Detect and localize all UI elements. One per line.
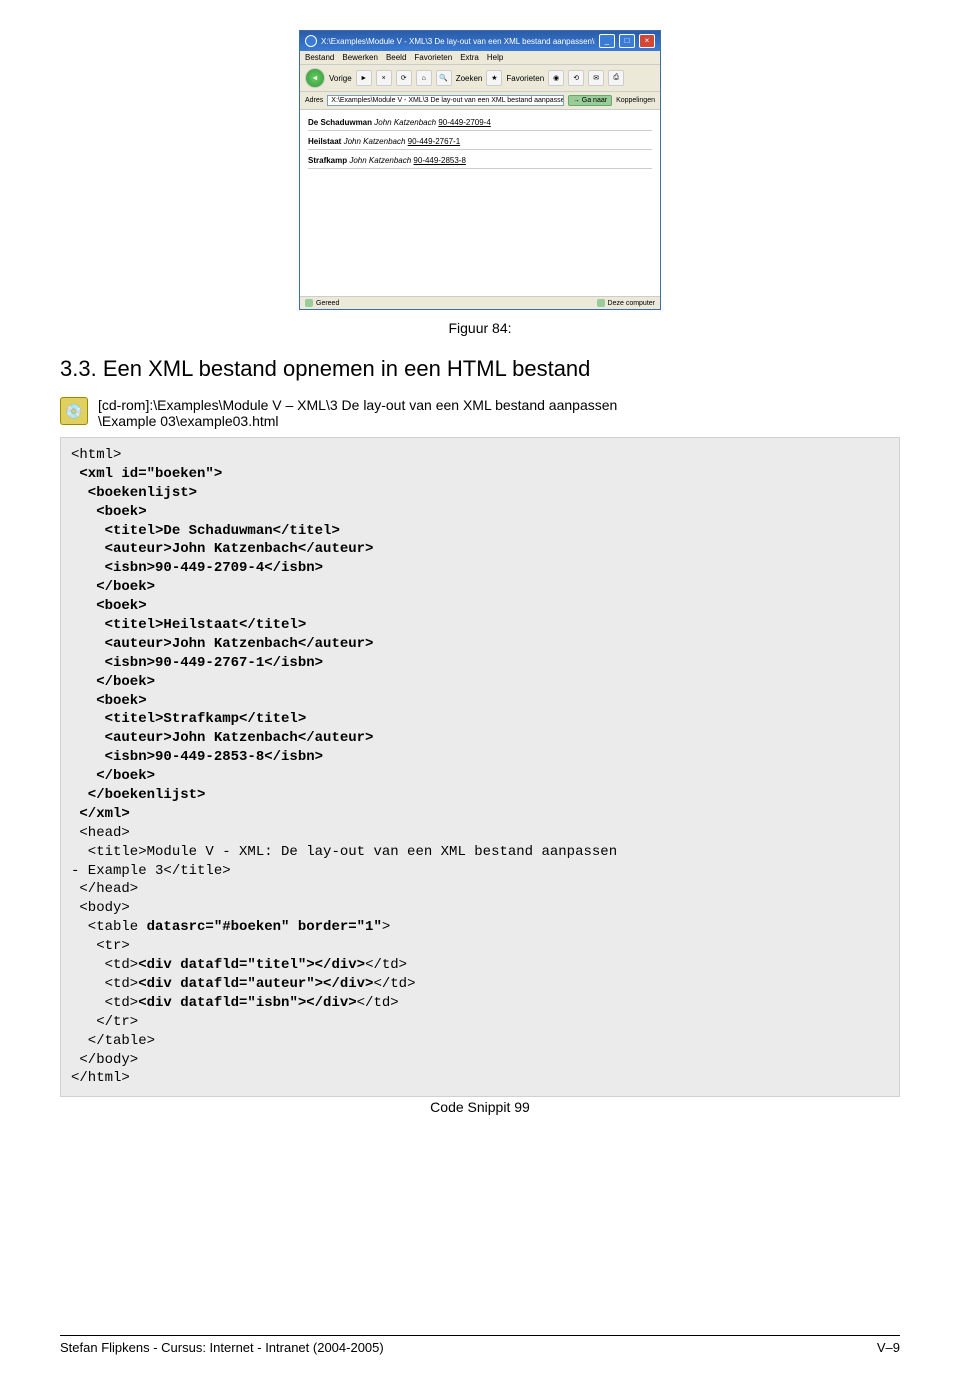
maximize-icon[interactable]: □ [619,34,635,48]
mail-icon[interactable]: ✉ [588,70,604,86]
search-icon[interactable]: 🔍 [436,70,452,86]
favorites-icon[interactable]: ★ [486,70,502,86]
menu-extra[interactable]: Extra [460,53,479,62]
row-isbn: 90-449-2709-4 [438,118,490,127]
history-icon[interactable]: ⟲ [568,70,584,86]
menu-beeld[interactable]: Beeld [386,53,406,62]
row-auteur: John Katzenbach [344,137,406,146]
row-isbn: 90-449-2767-1 [408,137,460,146]
browser-toolbar: ◄ Vorige ► × ⟳ ⌂ 🔍 Zoeken ★ Favorieten ◉… [300,65,660,92]
stop-icon[interactable]: × [376,70,392,86]
path-line2: \Example 03\example03.html [98,413,617,429]
row-titel: Strafkamp [308,156,347,165]
row-titel: De Schaduwman [308,118,372,127]
go-button[interactable]: → Ga naar [568,95,612,106]
menu-favorieten[interactable]: Favorieten [414,53,452,62]
menu-help[interactable]: Help [487,53,503,62]
minimize-icon[interactable]: _ [599,34,615,48]
content-row: De Schaduwman John Katzenbach 90-449-270… [308,118,652,131]
status-left-text: Gereed [316,300,339,307]
footer-right: V–9 [877,1340,900,1355]
row-auteur: John Katzenbach [349,156,411,165]
back-icon[interactable]: ◄ [305,68,325,88]
address-input[interactable]: X:\Examples\Module V - XML\3 De lay-out … [327,95,564,106]
close-icon[interactable]: × [639,34,655,48]
section-title: Een XML bestand opnemen in een HTML best… [103,356,591,381]
row-isbn: 90-449-2853-8 [413,156,465,165]
address-label: Adres [305,97,323,104]
window-title: X:\Examples\Module V - XML\3 De lay-out … [321,37,595,46]
back-label[interactable]: Vorige [329,74,352,83]
section-heading: 3.3. Een XML bestand opnemen in een HTML… [60,356,900,382]
footer-left: Stefan Flipkens - Cursus: Internet - Int… [60,1340,384,1355]
figure-caption: Figuur 84: [60,320,900,336]
browser-screenshot: X:\Examples\Module V - XML\3 De lay-out … [299,30,661,310]
browser-statusbar: Gereed Deze computer [300,296,660,309]
zone-icon [597,299,605,307]
row-titel: Heilstaat [308,137,341,146]
row-auteur: John Katzenbach [374,118,436,127]
favorites-label[interactable]: Favorieten [506,74,544,83]
cdrom-icon: 💿 [60,397,88,425]
menu-bestand[interactable]: Bestand [305,53,334,62]
ie-icon [305,35,317,47]
content-row: Heilstaat John Katzenbach 90-449-2767-1 [308,137,652,150]
browser-content: De Schaduwman John Katzenbach 90-449-270… [300,110,660,296]
path-line1: [cd-rom]:\Examples\Module V – XML\3 De l… [98,397,617,413]
menu-bewerken[interactable]: Bewerken [342,53,378,62]
file-path: [cd-rom]:\Examples\Module V – XML\3 De l… [98,397,617,429]
page-footer: Stefan Flipkens - Cursus: Internet - Int… [60,1335,900,1355]
code-snippit-caption: Code Snippit 99 [60,1099,900,1115]
browser-titlebar: X:\Examples\Module V - XML\3 De lay-out … [300,31,660,51]
content-row: Strafkamp John Katzenbach 90-449-2853-8 [308,156,652,169]
search-label[interactable]: Zoeken [456,74,483,83]
section-number: 3.3. [60,356,97,381]
print-icon[interactable]: ⎙ [608,70,624,86]
browser-addressbar: Adres X:\Examples\Module V - XML\3 De la… [300,92,660,110]
home-icon[interactable]: ⌂ [416,70,432,86]
refresh-icon[interactable]: ⟳ [396,70,412,86]
forward-icon[interactable]: ► [356,70,372,86]
media-icon[interactable]: ◉ [548,70,564,86]
status-right-text: Deze computer [608,300,655,307]
koppelingen-label[interactable]: Koppelingen [616,97,655,104]
browser-menubar: Bestand Bewerken Beeld Favorieten Extra … [300,51,660,65]
status-icon [305,299,313,307]
code-block: <html> <xml id="boeken"> <boekenlijst> <… [60,437,900,1097]
